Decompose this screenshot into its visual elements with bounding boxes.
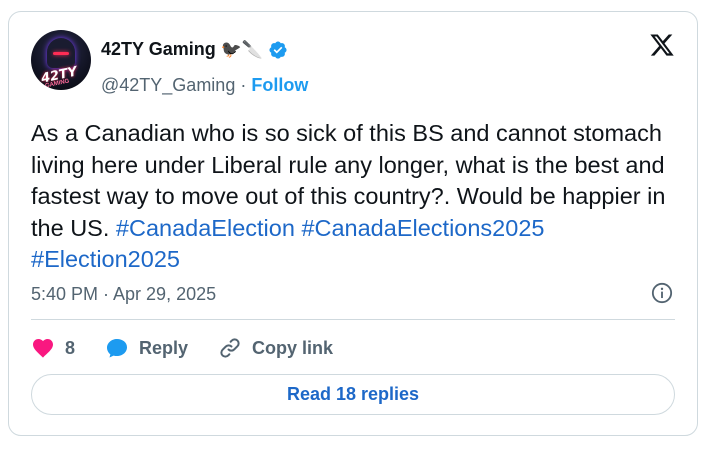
info-icon[interactable] xyxy=(651,282,673,304)
speech-bubble-icon xyxy=(107,339,128,358)
tweet-timestamp[interactable]: 5:40 PM · Apr 29, 2025 xyxy=(31,284,216,305)
hashtag-election-2025[interactable]: #Election2025 xyxy=(31,246,180,272)
divider xyxy=(31,319,675,320)
hashtag-canada-elections-2025[interactable]: #CanadaElections2025 xyxy=(301,215,544,241)
author-handle[interactable]: @42TY_Gaming xyxy=(101,75,235,95)
link-icon xyxy=(220,338,240,358)
tweet-text: As a Canadian who is so sick of this BS … xyxy=(31,118,681,276)
author-handle-row: @42TY_Gaming · Follow xyxy=(101,75,308,96)
avatar[interactable]: 42TY GAMING xyxy=(31,30,91,90)
tweet-card[interactable]: 42TY GAMING 42TY Gaming 🐦‍⬛🔪 @42TY_Gamin… xyxy=(8,11,698,436)
hashtag-canada-election[interactable]: #CanadaElection xyxy=(116,215,295,241)
read-replies-button[interactable]: Read 18 replies xyxy=(31,374,675,415)
like-count: 8 xyxy=(65,337,76,358)
author-name[interactable]: 42TY Gaming xyxy=(101,39,216,60)
handle-separator: · xyxy=(240,75,247,95)
author-name-emojis: 🐦‍⬛🔪 xyxy=(220,39,264,60)
x-logo-icon[interactable] xyxy=(649,32,675,58)
like-button[interactable]: 8 xyxy=(31,336,75,360)
tweet-actions: 8 Reply Copy link xyxy=(31,336,363,360)
copy-link-button[interactable]: Copy link xyxy=(218,336,333,360)
author-name-row: 42TY Gaming 🐦‍⬛🔪 xyxy=(101,39,288,60)
copy-link-label: Copy link xyxy=(252,337,334,358)
avatar-eyes-graphic xyxy=(53,52,69,55)
verified-badge-icon xyxy=(269,40,287,59)
reply-label: Reply xyxy=(139,337,189,358)
heart-icon xyxy=(33,339,53,358)
follow-button[interactable]: Follow xyxy=(251,75,308,95)
reply-button[interactable]: Reply xyxy=(105,336,188,360)
